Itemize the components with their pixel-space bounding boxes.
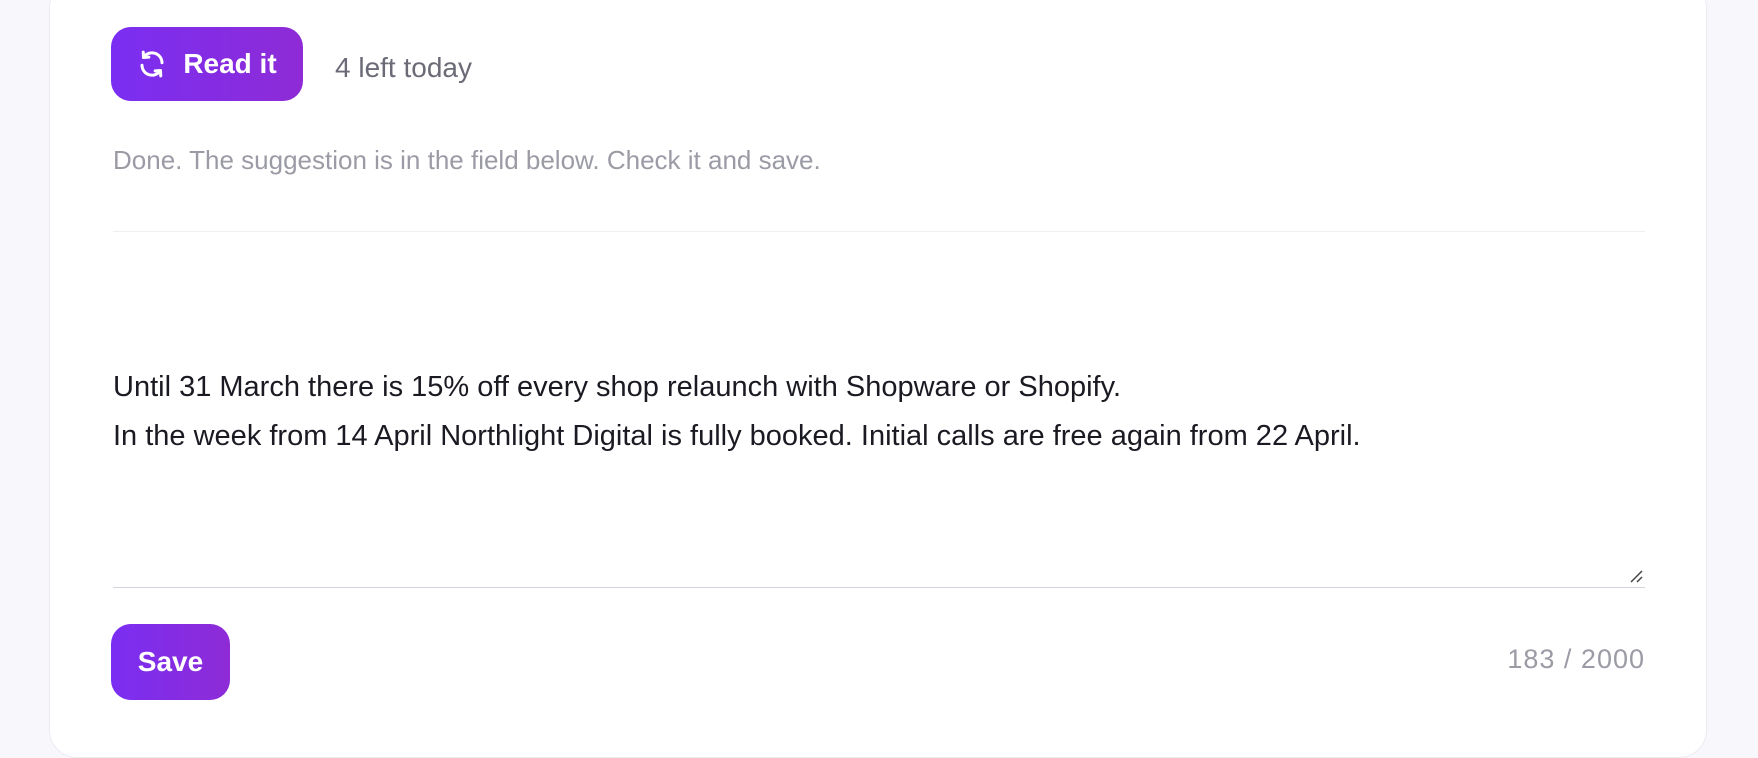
divider xyxy=(113,231,1645,232)
read-it-label: Read it xyxy=(183,48,277,79)
read-it-button[interactable]: Read it xyxy=(111,27,303,101)
character-counter: 183 / 2000 xyxy=(1507,644,1645,674)
save-button[interactable]: Save xyxy=(111,624,230,700)
message-text: Until 31 March there is 15% off every sh… xyxy=(113,371,1361,452)
refresh-icon xyxy=(137,49,167,79)
resize-handle-icon[interactable] xyxy=(1627,567,1643,583)
remaining-count: 4 left today xyxy=(335,52,472,83)
message-textarea[interactable]: Until 31 March there is 15% off every sh… xyxy=(113,314,1645,588)
save-label: Save xyxy=(137,646,204,677)
status-message: Done. The suggestion is in the field bel… xyxy=(113,145,821,175)
